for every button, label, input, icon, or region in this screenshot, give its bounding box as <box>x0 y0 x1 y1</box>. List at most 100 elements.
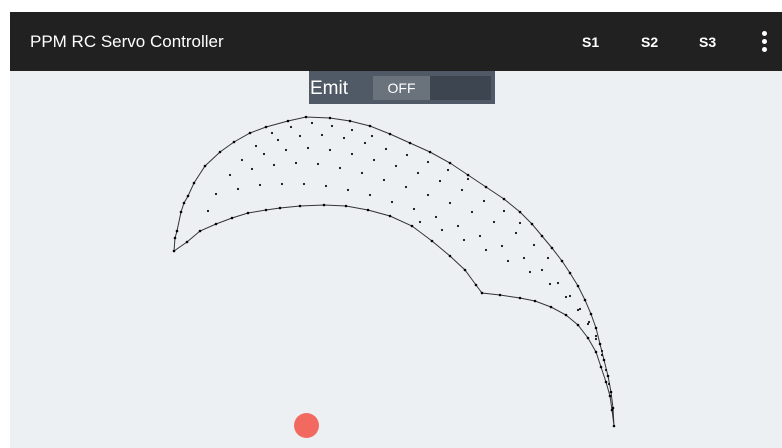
outline-vertex <box>602 358 606 362</box>
reachable-points <box>206 121 611 386</box>
outline-vertex <box>428 150 432 154</box>
reachable-point <box>289 125 293 129</box>
reachable-point <box>298 134 302 138</box>
reachable-point <box>500 244 504 248</box>
reachable-point <box>270 131 274 135</box>
outline-vertex <box>278 206 282 210</box>
outline-vertex <box>576 323 580 327</box>
outline-vertex <box>348 119 352 123</box>
outline-vertex <box>448 161 452 165</box>
outline-vertex <box>502 197 506 201</box>
outline-vertex <box>463 268 467 272</box>
reachable-point <box>316 162 320 166</box>
outline-vertex <box>230 216 234 220</box>
reachable-point <box>272 163 276 167</box>
outline-vertex <box>589 312 593 316</box>
reachable-point <box>578 307 582 311</box>
reachable-point <box>546 256 550 260</box>
reachable-point <box>240 158 244 162</box>
reachable-point <box>446 168 450 172</box>
outline-vertex <box>366 208 370 212</box>
reachable-point <box>370 134 374 138</box>
reachable-point <box>456 224 460 228</box>
outline-vertex <box>594 326 598 330</box>
reachable-point <box>576 308 580 312</box>
reachable-point <box>276 138 280 142</box>
reachable-point <box>426 160 430 164</box>
reachable-point <box>460 188 464 192</box>
reachable-point <box>310 121 314 125</box>
outline-vertex <box>408 141 412 145</box>
reachable-point <box>594 334 598 338</box>
outline-vertex <box>214 222 218 226</box>
outline-vertex <box>175 229 179 233</box>
reachable-point <box>586 322 590 326</box>
reachable-point <box>363 141 367 145</box>
reachable-point <box>418 220 422 224</box>
touch-pointer[interactable] <box>294 413 319 438</box>
outline-vertex <box>550 246 554 250</box>
reachable-point <box>228 173 232 177</box>
reachable-point <box>600 353 604 357</box>
outline-vertex <box>599 365 603 369</box>
outline-vertex <box>606 374 610 378</box>
reachable-point <box>492 220 496 224</box>
outline-vertex <box>612 424 616 428</box>
reachable-point <box>528 270 532 274</box>
outline-vertex <box>173 236 177 240</box>
outline-vertex <box>568 271 572 275</box>
outline-vertex <box>576 284 580 288</box>
outline-vertex <box>598 342 602 346</box>
outline-vertex <box>186 194 190 198</box>
reachable-point <box>434 215 438 219</box>
reachable-point <box>262 152 266 156</box>
reachable-point <box>440 228 444 232</box>
reachable-point <box>254 144 258 148</box>
outline-vertex <box>264 208 268 212</box>
reachable-point <box>342 136 346 140</box>
reachable-point <box>330 124 334 128</box>
reachable-point <box>294 161 298 165</box>
outline-vertex <box>298 204 302 208</box>
outline-vertex <box>328 116 332 120</box>
outline-vertex <box>608 394 612 398</box>
servo-range-canvas[interactable] <box>10 12 782 448</box>
outline-vertex <box>410 224 414 228</box>
outline-vertex <box>609 390 613 394</box>
outline-vertex <box>533 299 537 303</box>
reachable-point <box>306 146 310 150</box>
reachable-point <box>390 200 394 204</box>
reachable-point <box>587 320 591 324</box>
outline-vertex <box>185 240 189 244</box>
outline-vertex <box>203 164 207 168</box>
reachable-point <box>604 368 608 372</box>
reachable-point <box>448 201 452 205</box>
outline-vertex <box>518 210 522 214</box>
reachable-point <box>466 177 470 181</box>
outline-vertex <box>498 293 502 297</box>
reachable-point <box>280 182 284 186</box>
reachable-point <box>368 193 372 197</box>
reachable-point <box>346 188 350 192</box>
reachable-point <box>482 199 486 203</box>
outline-vertex <box>549 305 553 309</box>
outline-vertex <box>232 140 236 144</box>
reachable-point <box>506 259 510 263</box>
outline-vertex <box>530 222 534 226</box>
reachable-point <box>258 183 262 187</box>
reachable-point <box>404 185 408 189</box>
reachable-point <box>360 171 364 175</box>
reachable-point <box>320 133 324 137</box>
outline-vertex <box>610 408 614 412</box>
reachable-point <box>324 184 328 188</box>
reachable-point <box>532 243 536 247</box>
reachable-point <box>600 349 604 353</box>
reachable-point <box>478 234 482 238</box>
outline-vertex <box>484 185 488 189</box>
reachable-point <box>568 294 572 298</box>
outline-vertex <box>198 229 202 233</box>
outline-vertex <box>540 234 544 238</box>
reachable-point <box>372 158 376 162</box>
outline-vertex <box>246 211 250 215</box>
outline-vertex <box>388 214 392 218</box>
